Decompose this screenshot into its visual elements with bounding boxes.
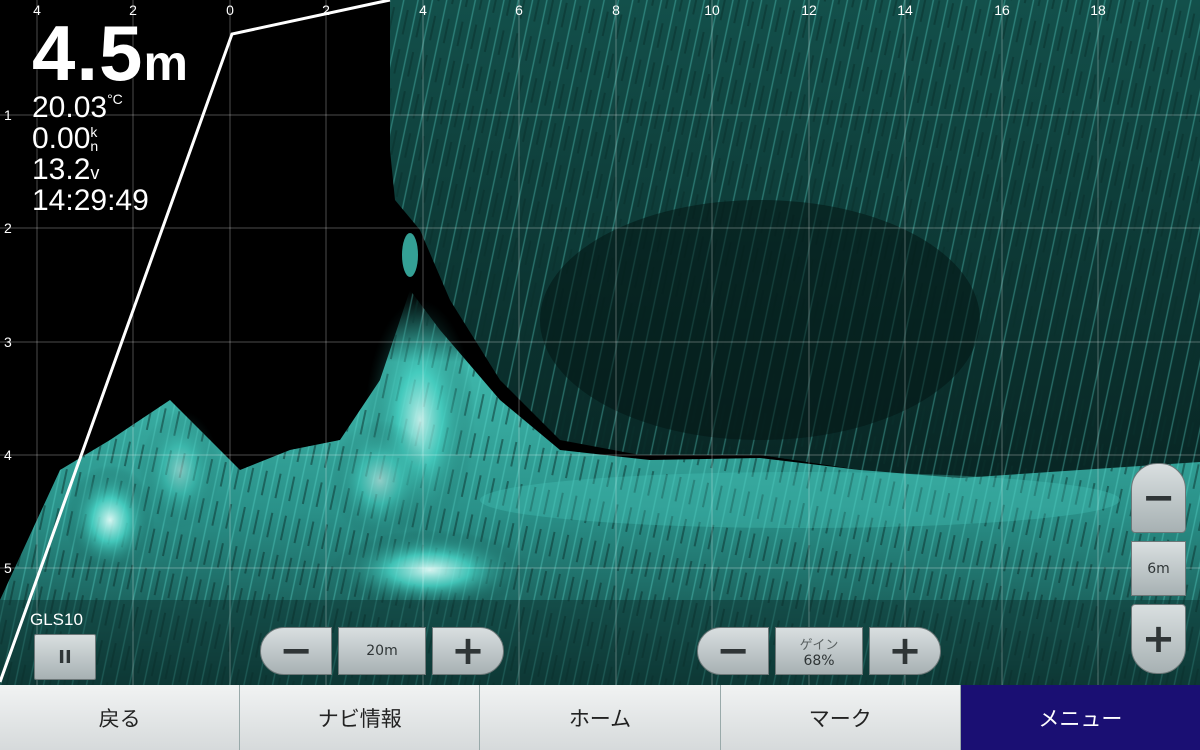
depth-readout: 4.5m xyxy=(32,14,189,92)
tab-menu[interactable]: メニュー xyxy=(960,685,1200,750)
tab-mark[interactable]: マーク xyxy=(720,685,961,750)
x-tick: 10 xyxy=(704,2,720,18)
zoom-plus-button[interactable]: + xyxy=(1131,604,1186,674)
depth-value: 4.5 xyxy=(32,9,144,97)
speed-unit-top: k xyxy=(90,124,98,140)
tab-back[interactable]: 戻る xyxy=(0,685,241,750)
temperature-unit: °C xyxy=(107,91,123,107)
y-tick: 2 xyxy=(4,220,12,236)
zoom-value: 6m xyxy=(1147,560,1170,577)
voltage-readout: 13.2v xyxy=(32,154,189,185)
pause-icon: II xyxy=(58,646,72,668)
y-tick: 1 xyxy=(4,107,12,123)
temperature-value: 20.03 xyxy=(32,91,108,124)
x-tick: 4 xyxy=(419,2,427,18)
plus-icon: + xyxy=(1141,616,1176,662)
zoom-value-button[interactable]: 6m xyxy=(1131,541,1186,596)
x-tick: 18 xyxy=(1090,2,1106,18)
range-minus-button[interactable]: − xyxy=(260,627,332,675)
source-label: GLS10 xyxy=(30,610,83,629)
x-tick: 6 xyxy=(515,2,523,18)
depth-unit: m xyxy=(143,35,189,91)
minus-icon: − xyxy=(1141,475,1176,521)
gain-value: 68% xyxy=(803,652,835,669)
x-tick: 2 xyxy=(322,2,330,18)
x-tick: 12 xyxy=(801,2,817,18)
x-tick: 14 xyxy=(897,2,913,18)
bottom-tab-bar: 戻る ナビ情報 ホーム マーク メニュー xyxy=(0,685,1200,750)
sonar-view[interactable]: 4 2 0 2 4 6 8 10 12 14 16 18 1 2 3 4 5 4… xyxy=(0,0,1200,685)
y-tick: 3 xyxy=(4,334,12,350)
range-value: 20m xyxy=(366,643,398,659)
plus-icon: + xyxy=(451,628,485,674)
clock-readout: 14:29:49 xyxy=(32,184,149,217)
gain-label: ゲイン xyxy=(799,637,839,653)
temperature-readout: 20.03°C xyxy=(32,92,189,123)
x-tick: 16 xyxy=(994,2,1010,18)
zoom-minus-button[interactable]: − xyxy=(1131,463,1186,533)
gain-minus-button[interactable]: − xyxy=(697,627,769,675)
minus-icon: − xyxy=(279,628,313,674)
voltage-value: 13.2 xyxy=(32,153,91,186)
x-tick: 8 xyxy=(612,2,620,18)
y-tick: 5 xyxy=(4,560,12,576)
speed-value: 0.00 xyxy=(32,122,91,155)
speed-unit-bottom: n xyxy=(90,138,99,154)
range-value-button[interactable]: 20m xyxy=(338,627,426,675)
plus-icon: + xyxy=(888,628,922,674)
tab-nav-info[interactable]: ナビ情報 xyxy=(240,685,481,750)
tab-home[interactable]: ホーム xyxy=(480,685,721,750)
speed-readout: 0.00 k n xyxy=(32,123,189,154)
gain-plus-button[interactable]: + xyxy=(869,627,941,675)
data-readout: 4.5m 20.03°C 0.00 k n 13.2v 14:29:49 xyxy=(32,14,189,216)
x-tick: 0 xyxy=(226,2,234,18)
range-plus-button[interactable]: + xyxy=(432,627,504,675)
voltage-unit: v xyxy=(90,163,100,183)
pause-button[interactable]: II xyxy=(34,634,96,680)
minus-icon: − xyxy=(716,628,750,674)
gain-value-button[interactable]: ゲイン 68% xyxy=(775,627,863,675)
y-tick: 4 xyxy=(4,447,12,463)
